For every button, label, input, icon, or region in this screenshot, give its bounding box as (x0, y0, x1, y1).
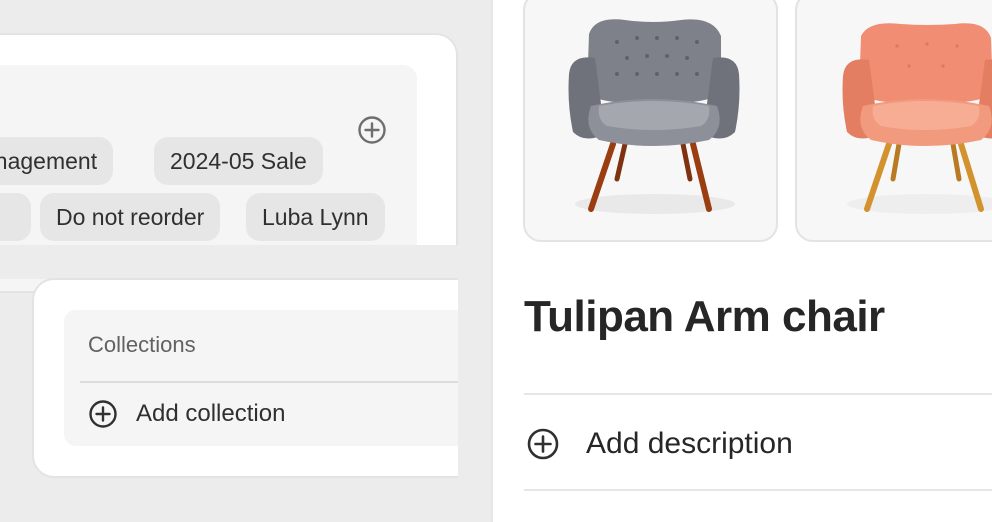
coral-armchair-image (842, 23, 992, 214)
collections-card: Collections Add collection (32, 278, 512, 478)
collections-header: Collections (88, 332, 196, 357)
add-description-label: Add description (586, 427, 793, 460)
divider (524, 489, 992, 491)
add-collection-button[interactable]: Add collection (88, 396, 285, 432)
add-description-button[interactable]: Add description (526, 424, 793, 464)
plus-circle-icon (527, 428, 559, 460)
plus-circle-icon[interactable] (357, 115, 387, 145)
add-collection-label: Add collection (136, 400, 286, 427)
product-title[interactable]: Tulipan Arm chair (524, 292, 885, 342)
divider (524, 393, 992, 395)
plus-circle-icon (89, 400, 117, 428)
product-image-thumbnail[interactable] (795, 0, 992, 242)
tag-chip[interactable]: g (0, 193, 31, 241)
section-gap (0, 245, 492, 279)
product-panel: Tulipan Arm chair Add description (491, 0, 992, 522)
tag-chip[interactable]: 2024-05 Sale (154, 137, 323, 185)
divider (80, 381, 500, 383)
product-image-thumbnail[interactable] (523, 0, 778, 242)
tag-chip[interactable]: Luba Lynn (246, 193, 385, 241)
tag-chip[interactable]: anagement (0, 137, 114, 185)
tag-chip[interactable]: Do not reorder (40, 193, 221, 241)
grey-armchair-image (568, 19, 740, 214)
collections-container: Collections Add collection (64, 310, 500, 446)
panel-gap (458, 0, 491, 522)
